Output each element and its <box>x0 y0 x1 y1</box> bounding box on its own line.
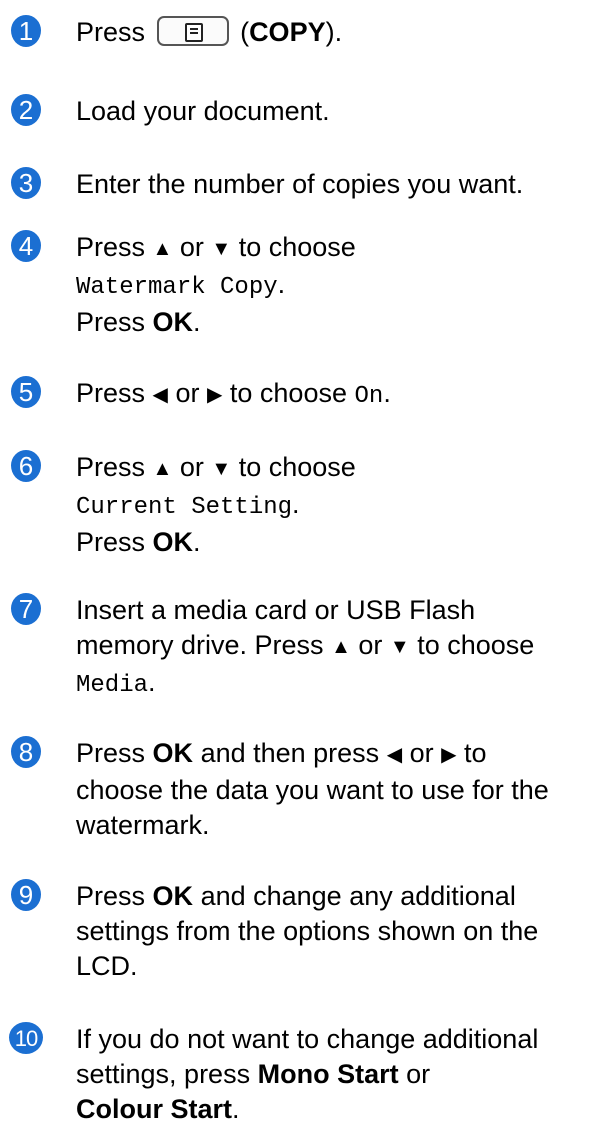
step-text: Insert a media card or USB Flash memory … <box>76 595 535 699</box>
left-arrow-icon: ◀ <box>152 384 168 406</box>
step-text: Load your document. <box>76 96 330 126</box>
step-number-badge: 7 <box>11 593 41 625</box>
down-arrow-icon: ▼ <box>389 636 410 658</box>
right-arrow-icon: ▶ <box>441 744 457 766</box>
right-arrow-icon: ▶ <box>206 384 223 406</box>
down-arrow-icon: ▼ <box>211 458 232 480</box>
copy-key-icon <box>156 15 229 46</box>
step-text: Press OK and then press ◀ or ▶ to choose… <box>76 738 549 840</box>
down-arrow-icon: ▼ <box>211 238 232 260</box>
up-arrow-icon: ▲ <box>152 458 173 480</box>
step-number-badge: 1 <box>11 15 41 47</box>
up-arrow-icon: ▲ <box>331 636 351 658</box>
step-number-badge: 5 <box>11 376 41 408</box>
step-number-badge: 10 <box>9 1022 43 1054</box>
step-text: Enter the number of copies you want. <box>76 169 524 199</box>
step-text: Press ◀ or ▶ to choose On. <box>76 376 612 414</box>
up-arrow-icon: ▲ <box>152 238 173 260</box>
step-number-badge: 2 <box>11 94 41 126</box>
left-arrow-icon: ◀ <box>386 744 403 766</box>
step-text: Press (COPY). <box>76 15 343 47</box>
step-number-badge: 8 <box>11 736 41 768</box>
step-number-badge: 3 <box>11 167 41 199</box>
step-text: If you do not want to change additional … <box>76 1024 539 1124</box>
step-number-badge: 6 <box>11 450 41 482</box>
step-number-badge: 9 <box>11 879 41 911</box>
step-text: Press ▲ or ▼ to choose Current Setting. … <box>76 452 356 557</box>
step-number-badge: 4 <box>11 230 41 262</box>
step-text: Press ▲ or ▼ to choose Watermark Copy. P… <box>76 232 356 337</box>
step-text: Press OK and change any additional setti… <box>76 881 539 981</box>
